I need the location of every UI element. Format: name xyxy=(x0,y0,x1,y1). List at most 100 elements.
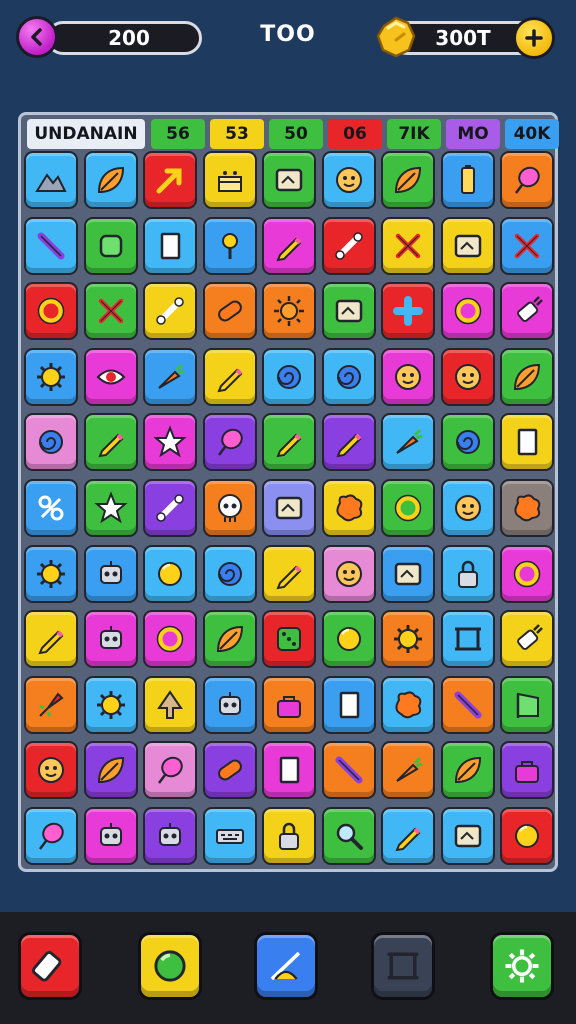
game-tile[interactable] xyxy=(500,413,554,472)
game-tile[interactable] xyxy=(440,544,495,603)
game-tile[interactable] xyxy=(202,413,257,472)
game-tile[interactable] xyxy=(143,347,197,406)
back-button[interactable] xyxy=(16,16,58,58)
game-tile[interactable] xyxy=(381,544,435,603)
game-tile[interactable] xyxy=(24,282,78,341)
game-tile[interactable] xyxy=(262,544,316,603)
game-tile[interactable] xyxy=(440,347,495,406)
game-tile[interactable] xyxy=(440,807,495,865)
game-tile[interactable] xyxy=(321,216,376,275)
game-tile[interactable] xyxy=(143,413,197,472)
game-tile[interactable] xyxy=(202,807,257,865)
game-tile[interactable] xyxy=(500,675,554,734)
game-tile[interactable] xyxy=(24,741,78,800)
game-tile[interactable] xyxy=(202,544,257,603)
game-tile[interactable] xyxy=(262,413,316,472)
game-tile[interactable] xyxy=(24,544,78,603)
game-tile[interactable] xyxy=(500,741,554,800)
game-tile[interactable] xyxy=(381,479,435,537)
game-tile[interactable] xyxy=(440,675,495,734)
game-tile[interactable] xyxy=(143,282,197,341)
game-tile[interactable] xyxy=(262,741,316,800)
game-tile[interactable] xyxy=(381,413,435,472)
draw-tool[interactable] xyxy=(254,932,318,1000)
game-tile[interactable] xyxy=(143,216,197,275)
game-tile[interactable] xyxy=(262,347,316,406)
game-tile[interactable] xyxy=(202,216,257,275)
game-tile[interactable] xyxy=(262,610,316,669)
game-tile[interactable] xyxy=(143,151,197,209)
game-tile[interactable] xyxy=(24,675,78,734)
game-tile[interactable] xyxy=(202,610,257,669)
game-tile[interactable] xyxy=(83,216,138,275)
game-tile[interactable] xyxy=(321,282,376,341)
game-tile[interactable] xyxy=(83,151,138,209)
game-tile[interactable] xyxy=(500,610,554,669)
game-tile[interactable] xyxy=(83,807,138,865)
game-tile[interactable] xyxy=(440,151,495,209)
game-tile[interactable] xyxy=(262,216,316,275)
game-tile[interactable] xyxy=(202,347,257,406)
game-tile[interactable] xyxy=(83,479,138,537)
game-tile[interactable] xyxy=(321,675,376,734)
game-tile[interactable] xyxy=(143,479,197,537)
game-tile[interactable] xyxy=(83,347,138,406)
game-tile[interactable] xyxy=(83,544,138,603)
game-tile[interactable] xyxy=(500,151,554,209)
add-currency-button[interactable] xyxy=(513,17,555,59)
game-tile[interactable] xyxy=(143,807,197,865)
game-tile[interactable] xyxy=(321,413,376,472)
game-tile[interactable] xyxy=(500,479,554,537)
paint-tool[interactable] xyxy=(138,932,202,1000)
game-tile[interactable] xyxy=(83,282,138,341)
game-tile[interactable] xyxy=(262,479,316,537)
game-tile[interactable] xyxy=(202,479,257,537)
game-tile[interactable] xyxy=(381,807,435,865)
game-tile[interactable] xyxy=(24,151,78,209)
game-tile[interactable] xyxy=(262,151,316,209)
game-tile[interactable] xyxy=(24,413,78,472)
game-tile[interactable] xyxy=(440,282,495,341)
game-tile[interactable] xyxy=(500,347,554,406)
game-tile[interactable] xyxy=(381,610,435,669)
game-tile[interactable] xyxy=(202,151,257,209)
game-tile[interactable] xyxy=(440,413,495,472)
game-tile[interactable] xyxy=(500,216,554,275)
game-tile[interactable] xyxy=(321,479,376,537)
game-tile[interactable] xyxy=(24,347,78,406)
game-tile[interactable] xyxy=(440,610,495,669)
game-tile[interactable] xyxy=(143,610,197,669)
game-tile[interactable] xyxy=(381,347,435,406)
game-tile[interactable] xyxy=(381,216,435,275)
game-tile[interactable] xyxy=(500,282,554,341)
frame-tool[interactable] xyxy=(371,932,435,1000)
game-tile[interactable] xyxy=(24,479,78,537)
game-tile[interactable] xyxy=(24,610,78,669)
game-tile[interactable] xyxy=(440,741,495,800)
game-tile[interactable] xyxy=(262,282,316,341)
game-tile[interactable] xyxy=(262,675,316,734)
game-tile[interactable] xyxy=(381,675,435,734)
game-tile[interactable] xyxy=(143,544,197,603)
game-tile[interactable] xyxy=(83,413,138,472)
game-tile[interactable] xyxy=(321,610,376,669)
game-tile[interactable] xyxy=(321,741,376,800)
eraser-tool[interactable] xyxy=(18,932,82,1000)
game-tile[interactable] xyxy=(440,479,495,537)
game-tile[interactable] xyxy=(83,741,138,800)
game-tile[interactable] xyxy=(321,807,376,865)
game-tile[interactable] xyxy=(202,741,257,800)
game-tile[interactable] xyxy=(440,216,495,275)
game-tile[interactable] xyxy=(24,807,78,865)
game-tile[interactable] xyxy=(321,544,376,603)
game-tile[interactable] xyxy=(321,347,376,406)
game-tile[interactable] xyxy=(24,216,78,275)
game-tile[interactable] xyxy=(83,675,138,734)
game-tile[interactable] xyxy=(262,807,316,865)
game-tile[interactable] xyxy=(381,151,435,209)
game-tile[interactable] xyxy=(321,151,376,209)
game-tile[interactable] xyxy=(381,741,435,800)
game-tile[interactable] xyxy=(202,282,257,341)
game-tile[interactable] xyxy=(83,610,138,669)
game-tile[interactable] xyxy=(381,282,435,341)
